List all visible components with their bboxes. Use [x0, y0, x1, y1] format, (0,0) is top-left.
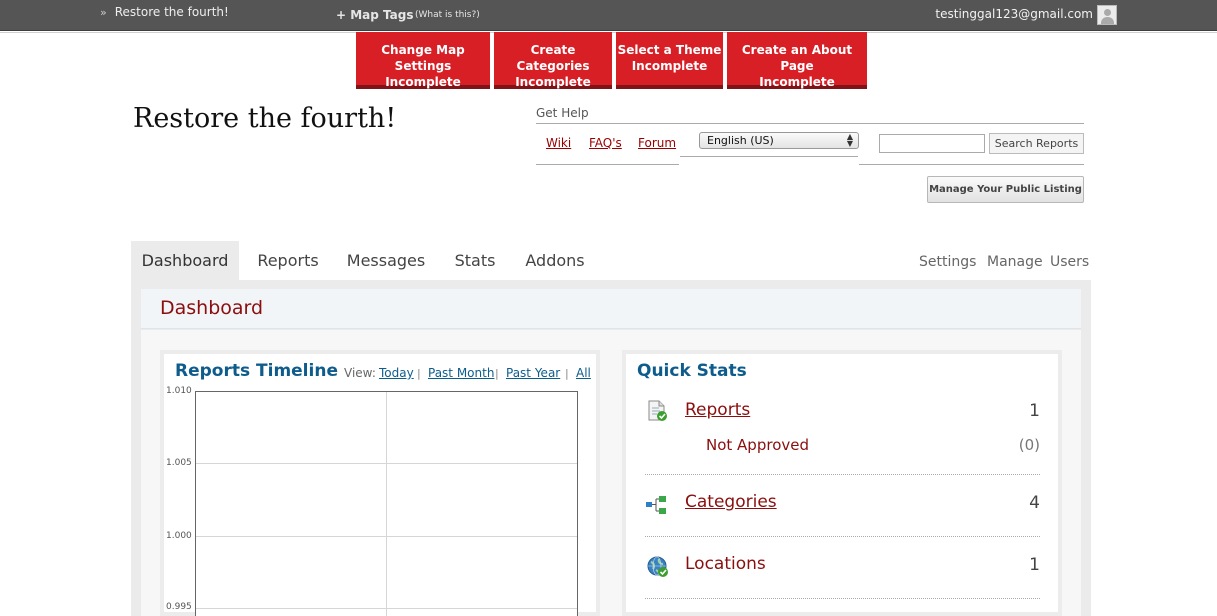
setup-status: Incomplete: [385, 75, 461, 89]
site-switcher[interactable]: » Restore the fourth!: [100, 5, 229, 19]
setup-map-settings-button[interactable]: Change Map Settings Incomplete: [356, 32, 490, 89]
y-tick-label: 1.010: [166, 386, 192, 396]
select-arrows-icon: ▲ ▼: [846, 132, 853, 148]
setup-status: Incomplete: [631, 59, 708, 73]
map-tags-link[interactable]: + Map Tags: [336, 8, 414, 22]
view-today-link[interactable]: Today: [379, 366, 414, 380]
setup-status: Incomplete: [759, 75, 835, 89]
language-select[interactable]: English (US) ▲ ▼: [699, 132, 859, 149]
faq-link[interactable]: FAQ's: [589, 136, 622, 150]
search-reports-button[interactable]: Search Reports: [989, 133, 1084, 154]
separator: |: [565, 367, 569, 380]
setup-status: Incomplete: [515, 75, 591, 89]
report-document-icon: [648, 400, 667, 421]
settings-link[interactable]: Settings: [919, 254, 976, 270]
setup-title: Create Categories: [516, 43, 590, 73]
divider: [645, 474, 1040, 475]
divider: [536, 123, 1084, 124]
view-label: View:: [344, 366, 376, 380]
setup-title: Create an About Page: [741, 43, 853, 73]
page-title: Dashboard: [160, 297, 264, 319]
wiki-link[interactable]: Wiki: [546, 136, 571, 150]
manage-link[interactable]: Manage: [987, 254, 1043, 270]
y-tick-label: 1.000: [166, 531, 192, 541]
not-approved-label: Not Approved: [706, 436, 809, 454]
tab-addons[interactable]: Addons: [519, 241, 591, 281]
separator: |: [495, 367, 499, 380]
site-name[interactable]: Restore the fourth!: [115, 5, 229, 19]
reports-stat-link[interactable]: Reports: [685, 400, 750, 420]
top-bar: » Restore the fourth! + Map Tags (What is…: [0, 0, 1217, 31]
site-title: Restore the fourth!: [133, 103, 397, 134]
not-approved-count: (0): [1018, 436, 1040, 454]
what-is-this-link[interactable]: (What is this?): [415, 10, 480, 20]
setup-about-page-button[interactable]: Create an About Page Incomplete: [727, 32, 867, 89]
divider: [859, 164, 1084, 165]
categories-stat-link[interactable]: Categories: [685, 492, 777, 512]
user-email[interactable]: testinggal123@gmail.com: [935, 7, 1093, 21]
quick-stats-title: Quick Stats: [637, 361, 747, 381]
users-link[interactable]: Users: [1050, 254, 1089, 270]
avatar-body: [1101, 17, 1114, 24]
y-tick-label: 1.005: [166, 458, 192, 468]
setup-theme-button[interactable]: Select a Theme Incomplete: [616, 32, 723, 89]
tab-reports[interactable]: Reports: [249, 241, 327, 281]
double-chevron-icon: »: [100, 6, 107, 19]
avatar[interactable]: [1097, 5, 1117, 25]
reports-count: 1: [1029, 401, 1040, 421]
forum-link[interactable]: Forum: [638, 136, 676, 150]
locations-count: 1: [1029, 555, 1040, 575]
avatar-head: [1104, 9, 1111, 16]
tab-messages[interactable]: Messages: [343, 241, 429, 281]
timeline-title: Reports Timeline: [175, 361, 338, 381]
get-help-label: Get Help: [536, 106, 589, 120]
divider: [645, 598, 1040, 599]
panel-header: [141, 289, 1081, 329]
locations-stat-label: Locations: [685, 554, 766, 574]
categories-tree-icon: [646, 496, 666, 514]
language-value: English (US): [707, 134, 774, 147]
search-input[interactable]: [879, 134, 985, 153]
y-tick-label: 0.995: [166, 602, 192, 612]
globe-icon: [647, 556, 668, 577]
categories-count: 4: [1029, 493, 1040, 513]
manage-public-listing-button[interactable]: Manage Your Public Listing: [927, 176, 1084, 203]
separator: |: [417, 367, 421, 380]
divider: [680, 156, 858, 157]
setup-title: Change Map Settings: [381, 43, 465, 73]
view-past-year-link[interactable]: Past Year: [506, 366, 560, 380]
view-past-month-link[interactable]: Past Month: [428, 366, 494, 380]
tab-stats[interactable]: Stats: [447, 241, 503, 281]
tab-dashboard[interactable]: Dashboard: [131, 241, 239, 281]
setup-categories-button[interactable]: Create Categories Incomplete: [494, 32, 612, 89]
gridline: [386, 392, 387, 616]
setup-title: Select a Theme: [617, 43, 722, 57]
view-all-link[interactable]: All: [576, 366, 591, 380]
quick-stats-card: [622, 350, 1062, 616]
divider: [536, 164, 679, 165]
divider: [645, 536, 1040, 537]
